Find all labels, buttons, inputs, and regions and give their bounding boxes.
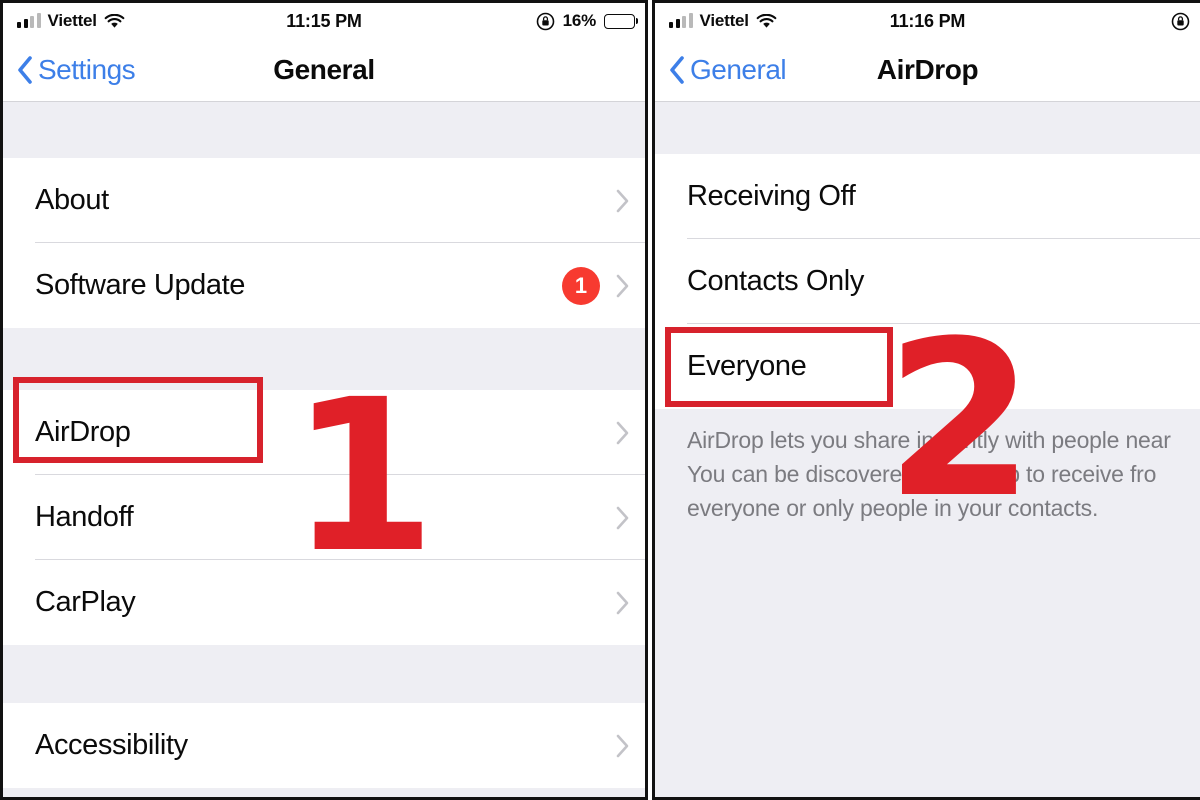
list-item-carplay[interactable]: CarPlay [3,560,645,645]
group-spacer-1 [3,328,645,390]
phone-screen-airdrop-settings: Viettel 11:16 PM General AirDrop Receivi… [652,0,1200,800]
chevron-right-icon [616,274,629,297]
row-accessory [616,591,629,615]
airdrop-options-group: Receiving Off Contacts Only Everyone [655,154,1200,409]
option-label: Everyone [687,350,807,382]
chevron-right-icon [616,591,629,614]
settings-group-accessibility: Accessibility [3,703,645,788]
rotation-lock-icon [1171,12,1190,31]
option-label: Contacts Only [687,265,864,297]
back-button-label: Settings [38,54,136,85]
row-accessory [616,734,629,758]
row-accessory: 1 [562,266,629,305]
list-item-accessibility[interactable]: Accessibility [3,703,645,788]
status-bar-left-group: Viettel [17,11,125,31]
tutorial-screenshot: Viettel 11:15 PM 16% Settings General Ab… [0,0,1200,800]
back-button-general[interactable]: General [669,54,787,86]
list-item-airdrop[interactable]: AirDrop [3,390,645,475]
rotation-lock-icon [536,12,555,31]
nav-bar-left: Settings General [3,39,645,101]
group-spacer-2 [3,645,645,703]
list-item-label: AirDrop [35,416,131,448]
option-contacts-only[interactable]: Contacts Only [655,239,1200,324]
phone-screen-general-settings: Viettel 11:15 PM 16% Settings General Ab… [0,0,648,800]
option-everyone[interactable]: Everyone [655,324,1200,409]
row-accessory [616,189,629,213]
status-badge: 1 [562,266,600,305]
status-bar-left-group: Viettel [669,11,777,31]
list-item-label: Software Update [35,269,246,301]
option-receiving-off[interactable]: Receiving Off [655,154,1200,239]
status-bar-right-group: 16% [536,11,635,31]
status-bar-left: Viettel 11:15 PM 16% [3,3,645,39]
status-bar-right-group [1171,12,1190,31]
description-line-2: You can be discovered in AirDrop to rece… [687,461,1157,487]
group-spacer-bottom [3,788,645,797]
option-label: Receiving Off [687,180,856,212]
list-item-software-update[interactable]: Software Update 1 [3,243,645,328]
list-item-label: Handoff [35,501,134,533]
carrier-label: Viettel [47,11,98,30]
signal-bars-icon [17,13,41,28]
carrier-label: Viettel [699,11,750,30]
airdrop-options-list: Receiving Off Contacts Only Everyone Air… [655,102,1200,797]
list-item-label: CarPlay [35,586,136,618]
wifi-icon [756,13,777,29]
chevron-right-icon [616,506,629,529]
list-item-label: Accessibility [35,729,188,761]
group-spacer-top [655,102,1200,154]
battery-percent-label: 16% [562,11,597,30]
wifi-icon [104,13,125,29]
settings-group-connectivity: AirDrop Handoff CarPlay [3,390,645,645]
list-item-label: About [35,184,109,216]
group-spacer-top [3,102,645,158]
settings-list-general: About Software Update 1 AirDrop Handoff … [3,102,645,797]
back-button-label: General [690,54,787,85]
description-line-1: AirDrop lets you share instantly with pe… [687,427,1171,453]
list-item-handoff[interactable]: Handoff [3,475,645,560]
airdrop-description: AirDrop lets you share instantly with pe… [655,409,1200,525]
row-accessory [616,506,629,530]
signal-bars-icon [669,13,693,28]
chevron-right-icon [616,189,629,212]
settings-group-system: About Software Update 1 [3,158,645,328]
status-bar-right: Viettel 11:16 PM [655,3,1200,39]
chevron-left-icon [669,56,685,84]
battery-icon [604,13,635,29]
chevron-right-icon [616,421,629,444]
chevron-right-icon [616,734,629,757]
list-item-about[interactable]: About [3,158,645,243]
row-accessory [616,421,629,445]
chevron-left-icon [17,56,33,84]
nav-bar-right: General AirDrop [655,39,1200,101]
back-button-settings[interactable]: Settings [17,54,136,86]
description-line-3: everyone or only people in your contacts… [687,495,1099,521]
